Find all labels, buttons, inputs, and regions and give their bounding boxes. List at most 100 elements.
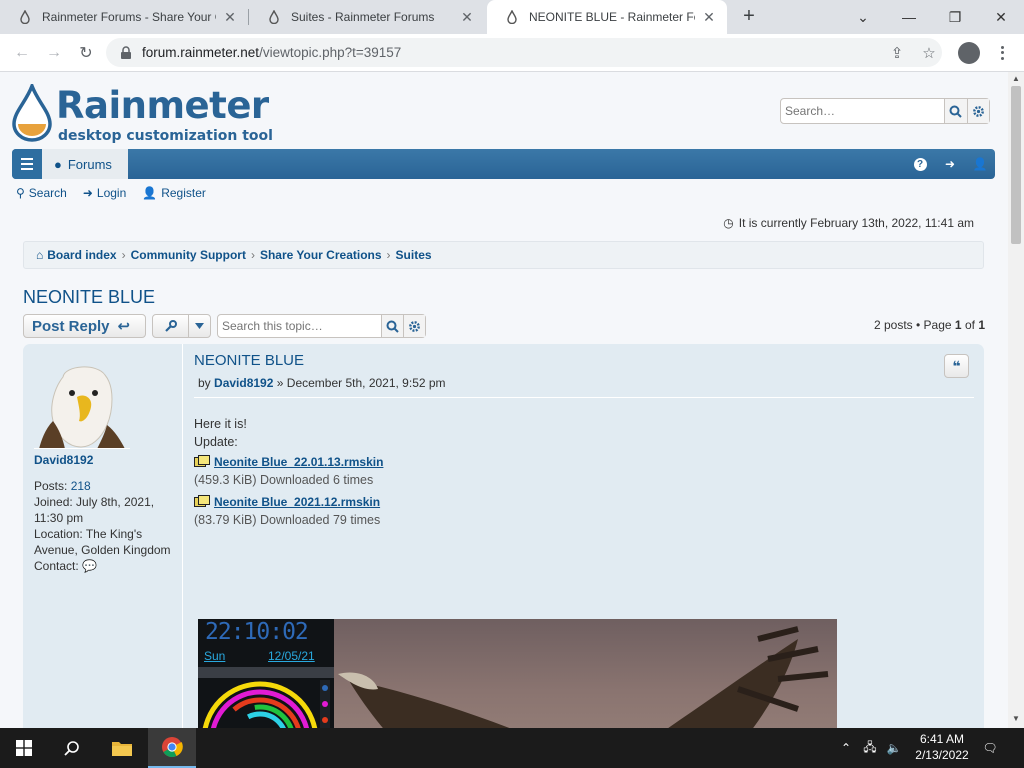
post-count: 2 posts [873, 318, 913, 332]
page-label: Page [923, 318, 952, 332]
taskbar-search-button[interactable] [48, 728, 96, 768]
topic-search-input[interactable] [218, 315, 381, 337]
attachment-meta: (459.3 KiB) Downloaded 6 times [194, 473, 374, 487]
skin-clock: 22:10:02 [205, 619, 309, 645]
search-icon: ⚲ [16, 186, 25, 200]
rainmeter-favicon-icon [20, 10, 30, 24]
post-date: December 5th, 2021, 9:52 pm [286, 376, 446, 390]
chrome-icon [162, 737, 183, 758]
attachment-meta: (83.79 KiB) Downloaded 79 times [194, 513, 381, 527]
network-icon[interactable]: 🖧 [862, 740, 878, 756]
file-icon [194, 455, 210, 467]
scrollbar-thumb[interactable] [1011, 86, 1021, 244]
header-search-input[interactable] [781, 99, 944, 123]
profile-username[interactable]: David8192 [34, 453, 93, 467]
tray-chevron-up-icon[interactable]: ⌃ [838, 740, 854, 756]
taskbar-date: 2/13/2022 [915, 748, 969, 762]
quick-search-label: Search [28, 186, 67, 200]
breadcrumb-share-your-creations[interactable]: Share Your Creations [260, 248, 382, 262]
url-path: /viewtopic.php?t=39157 [259, 45, 402, 60]
topic-search [217, 314, 426, 338]
browser-menu-icon[interactable] [996, 42, 1008, 64]
pagination: 2 posts • Page 1 of 1 [873, 318, 985, 332]
quick-login-link[interactable]: ➜ Login [83, 186, 126, 200]
post: David8192 Posts: 218 Joined: July 8th, 2… [23, 344, 984, 728]
chevron-right-icon: › [386, 248, 391, 262]
tab-close-icon[interactable]: ✕ [701, 9, 717, 26]
hamburger-menu-icon[interactable] [12, 149, 42, 179]
chrome-taskbar-button[interactable] [148, 728, 196, 768]
forward-icon[interactable]: → [42, 41, 66, 65]
attachment: Neonite Blue_2021.12.rmskin [194, 493, 974, 511]
post-author[interactable]: David8192 [214, 376, 273, 390]
page-scrollbar[interactable]: ▲ ▼ [1008, 72, 1024, 728]
quote-button[interactable]: ❝ [944, 354, 969, 378]
topic-search-button[interactable] [381, 315, 403, 337]
back-icon[interactable]: ← [10, 41, 34, 65]
topic-action-bar: Post Reply ↩ 2 posts • Page 1 of 1 [23, 314, 985, 340]
posts-count[interactable]: 218 [71, 479, 91, 493]
tab-close-icon[interactable]: ✕ [222, 9, 238, 26]
rainmeter-logo[interactable]: Rainmeter desktop customization tool [12, 80, 273, 144]
chevron-right-icon: › [121, 248, 126, 262]
topic-title[interactable]: NEONITE BLUE [23, 287, 155, 308]
contact-label: Contact: [34, 559, 79, 573]
taskbar-clock[interactable]: 6:41 AM 2/13/2022 [912, 731, 972, 763]
scroll-down-icon[interactable]: ▼ [1012, 714, 1020, 723]
post-text: Here it is! [194, 417, 247, 431]
profile-info: Posts: 218 Joined: July 8th, 2021, 11:30… [34, 478, 179, 574]
attachment-link[interactable]: Neonite Blue_2021.12.rmskin [214, 493, 380, 511]
page-viewport: Rainmeter desktop customization tool ● F… [0, 72, 1008, 728]
breadcrumb-suites[interactable]: Suites [396, 248, 432, 262]
window-close-button[interactable]: ✕ [978, 0, 1024, 34]
share-icon[interactable]: ⇪ [886, 42, 908, 64]
post-title[interactable]: NEONITE BLUE [194, 352, 304, 369]
tab-close-icon[interactable]: ✕ [459, 9, 475, 26]
skin-day: Sun [204, 649, 226, 663]
breadcrumb-board-index[interactable]: Board index [47, 248, 116, 262]
help-icon[interactable]: ? [912, 156, 928, 172]
register-icon[interactable]: 👤 [972, 156, 988, 172]
scroll-up-icon[interactable]: ▲ [1012, 74, 1020, 83]
tab-title: Rainmeter Forums - Share Your Creations [42, 10, 216, 24]
topic-advanced-search-button[interactable] [403, 315, 425, 337]
search-icon [386, 320, 399, 333]
clock-icon: ◷ [723, 216, 734, 230]
address-bar[interactable]: forum.rainmeter.net/viewtopic.php?t=3915… [106, 38, 942, 67]
profile-divider [34, 448, 130, 449]
contact-icon[interactable]: 💬 [82, 559, 97, 573]
bookmark-star-icon[interactable]: ☆ [918, 42, 940, 64]
quick-register-label: Register [161, 186, 206, 200]
file-explorer-button[interactable] [98, 728, 146, 768]
start-button[interactable] [0, 728, 48, 768]
notification-icon[interactable]: 🗨 [982, 740, 998, 756]
quick-register-link[interactable]: 👤 Register [142, 186, 206, 200]
breadcrumb-community-support[interactable]: Community Support [131, 248, 246, 262]
minimize-button[interactable]: — [886, 0, 932, 34]
gear-icon [409, 320, 420, 332]
reply-arrow-icon: ↩ [117, 318, 131, 335]
browser-tab[interactable]: Rainmeter Forums - Share Your Creations … [0, 0, 248, 34]
browser-tab[interactable]: Suites - Rainmeter Forums ✕ [249, 0, 485, 34]
avatar[interactable] [35, 359, 129, 449]
url-host: forum.rainmeter.net [142, 45, 260, 60]
tab-search-icon[interactable]: ⌄ [840, 0, 886, 34]
login-icon[interactable]: ➜ [942, 156, 958, 172]
restore-button[interactable]: ❐ [932, 0, 978, 34]
browser-tab-active[interactable]: NEONITE BLUE - Rainmeter Forums ✕ [487, 0, 727, 34]
attachment-link[interactable]: Neonite Blue_22.01.13.rmskin [214, 453, 383, 471]
site-tagline: desktop customization tool [58, 128, 273, 144]
profile-avatar-icon[interactable] [958, 42, 980, 64]
post-reply-button[interactable]: Post Reply ↩ [23, 314, 146, 338]
topic-tools-button[interactable] [152, 314, 211, 338]
header-search-button[interactable] [944, 99, 967, 123]
volume-icon[interactable]: 🔈 [886, 740, 902, 756]
add-user-icon: 👤 [142, 186, 158, 200]
quick-search-link[interactable]: ⚲ Search [16, 186, 67, 200]
new-tab-button[interactable]: + [738, 6, 760, 28]
nav-forums-link[interactable]: ● Forums [42, 149, 128, 179]
reload-icon[interactable]: ↻ [74, 41, 98, 65]
current-page: 1 [954, 318, 962, 332]
advanced-search-button[interactable] [966, 99, 989, 123]
post-image[interactable]: 22:10:02 Sun 12/05/21 [198, 619, 837, 728]
